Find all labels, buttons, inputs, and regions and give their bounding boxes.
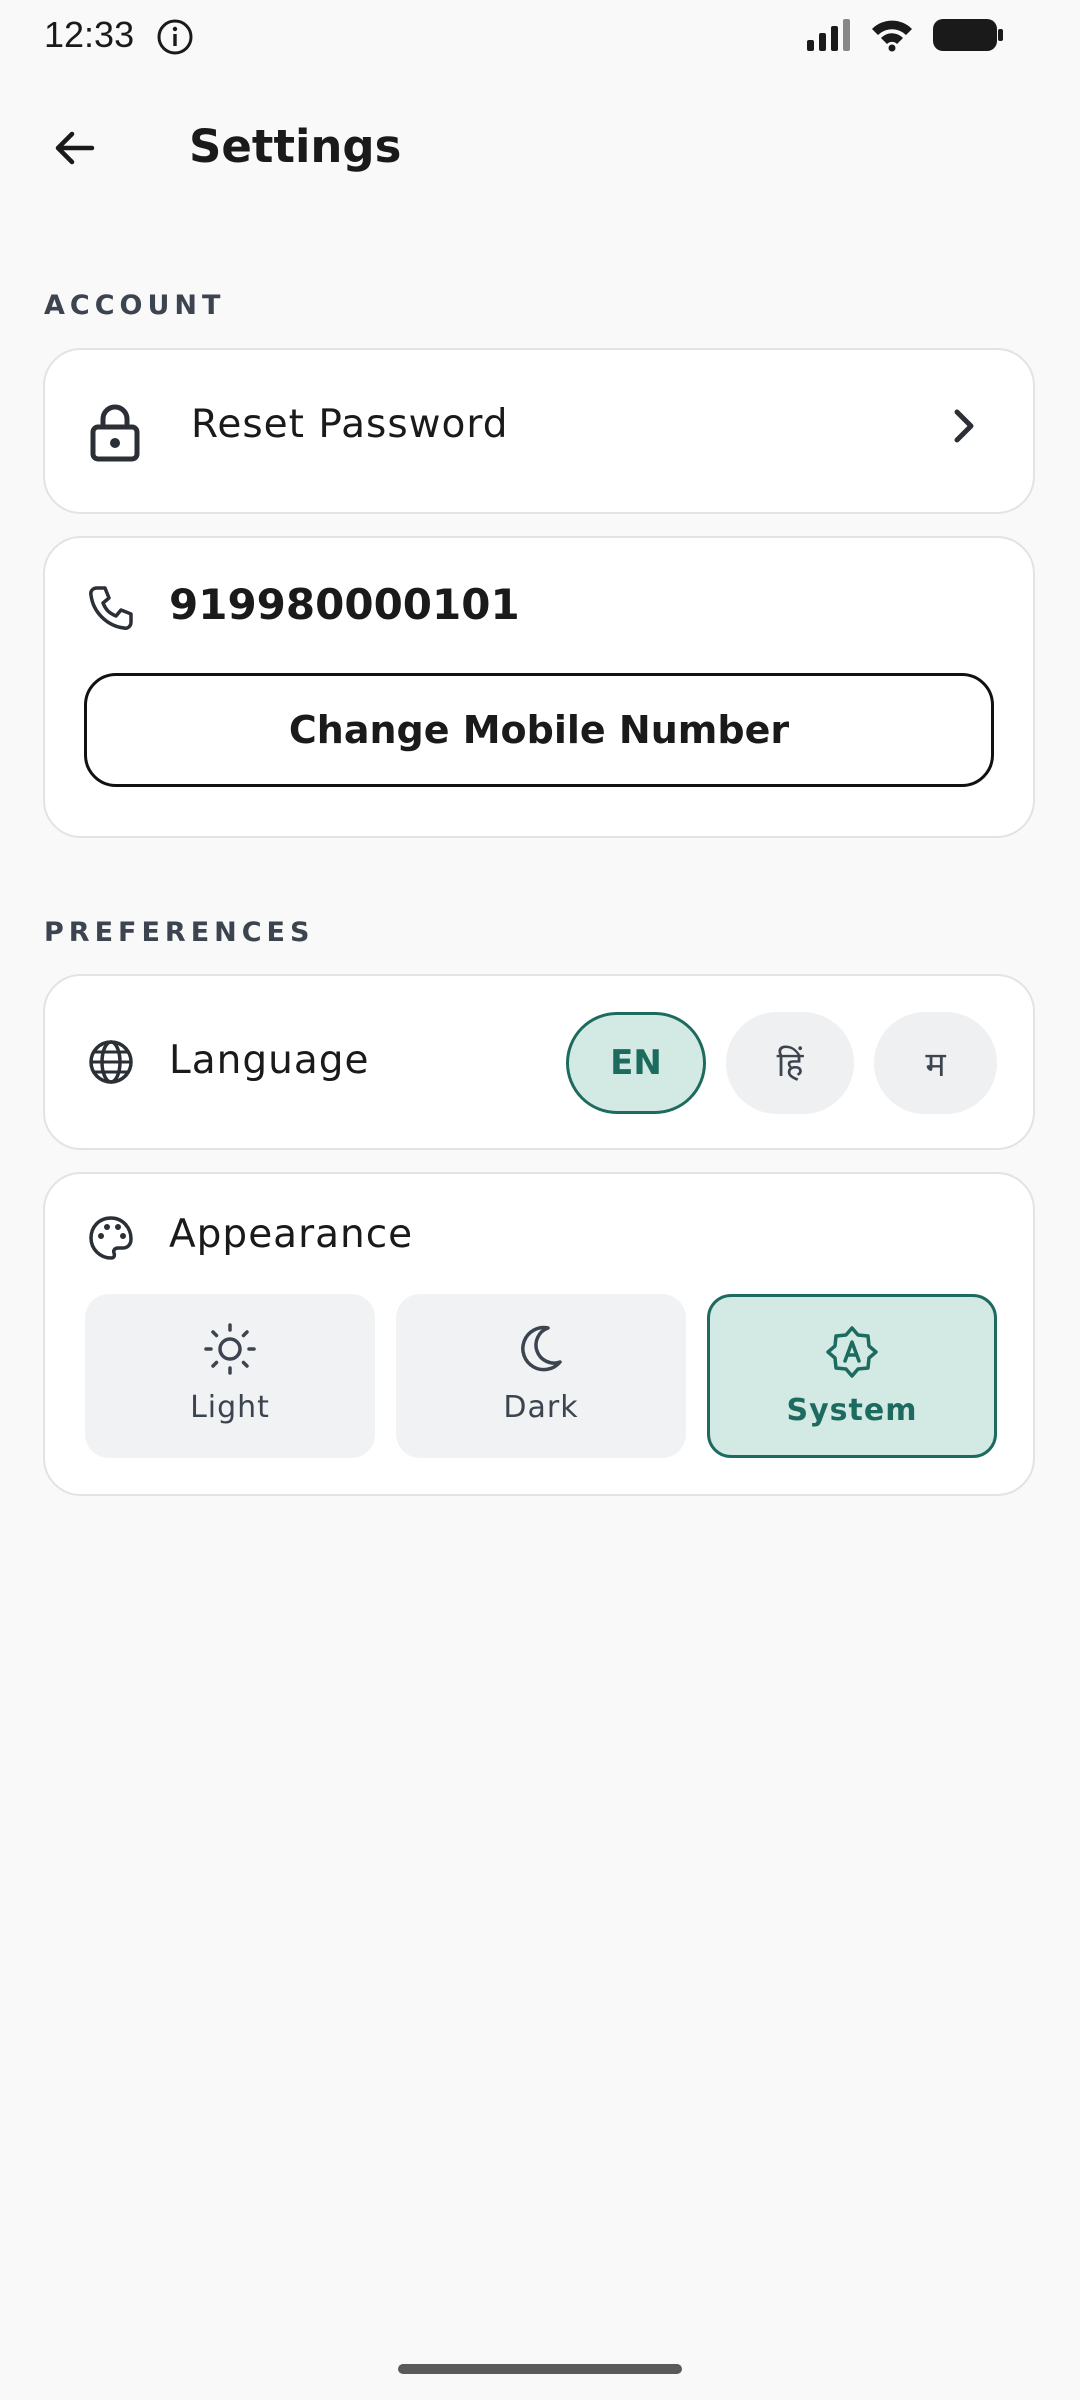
palette-icon [87,1214,135,1262]
app-bar: Settings [0,96,1080,200]
language-option-en[interactable]: EN [566,1012,706,1114]
home-indicator[interactable] [398,2364,682,2374]
info-icon [156,18,194,60]
chevron-right-icon [949,406,979,450]
section-label-account: ACCOUNT [44,290,226,321]
theme-label-system: System [786,1393,918,1428]
language-row: Language EN हिं म [43,974,1035,1150]
back-button[interactable] [44,118,104,178]
theme-label-dark: Dark [503,1390,579,1425]
reset-password-row[interactable]: Reset Password [43,348,1035,514]
arrow-left-icon [55,131,95,165]
battery-icon [932,18,1004,56]
auto-brightness-icon [710,1325,994,1379]
wifi-icon [870,18,914,56]
appearance-label: Appearance [169,1212,414,1257]
theme-option-system[interactable]: System [707,1294,997,1458]
globe-icon [87,1038,135,1086]
theme-label-light: Light [190,1390,270,1425]
moon-icon [396,1322,686,1376]
mobile-number-card: 919980000101 Change Mobile Number [43,536,1035,838]
language-option-marathi[interactable]: म [874,1012,997,1114]
cellular-signal-icon [806,18,852,56]
language-label: Language [169,1038,370,1083]
appearance-card: Appearance Light Dark System [43,1172,1035,1496]
lock-icon [89,402,141,462]
section-label-preferences: PREFERENCES [44,917,315,948]
phone-number: 919980000101 [169,580,520,629]
page-title: Settings [189,120,402,173]
language-option-hindi[interactable]: हिं [726,1012,854,1114]
status-bar: 12:33 [0,0,1080,72]
sun-icon [85,1322,375,1376]
reset-password-label: Reset Password [191,402,509,447]
theme-option-light[interactable]: Light [85,1294,375,1458]
status-indicators [806,18,1004,56]
phone-icon [87,584,135,632]
change-mobile-number-button[interactable]: Change Mobile Number [84,673,994,787]
status-time: 12:33 [44,14,135,55]
theme-option-dark[interactable]: Dark [396,1294,686,1458]
